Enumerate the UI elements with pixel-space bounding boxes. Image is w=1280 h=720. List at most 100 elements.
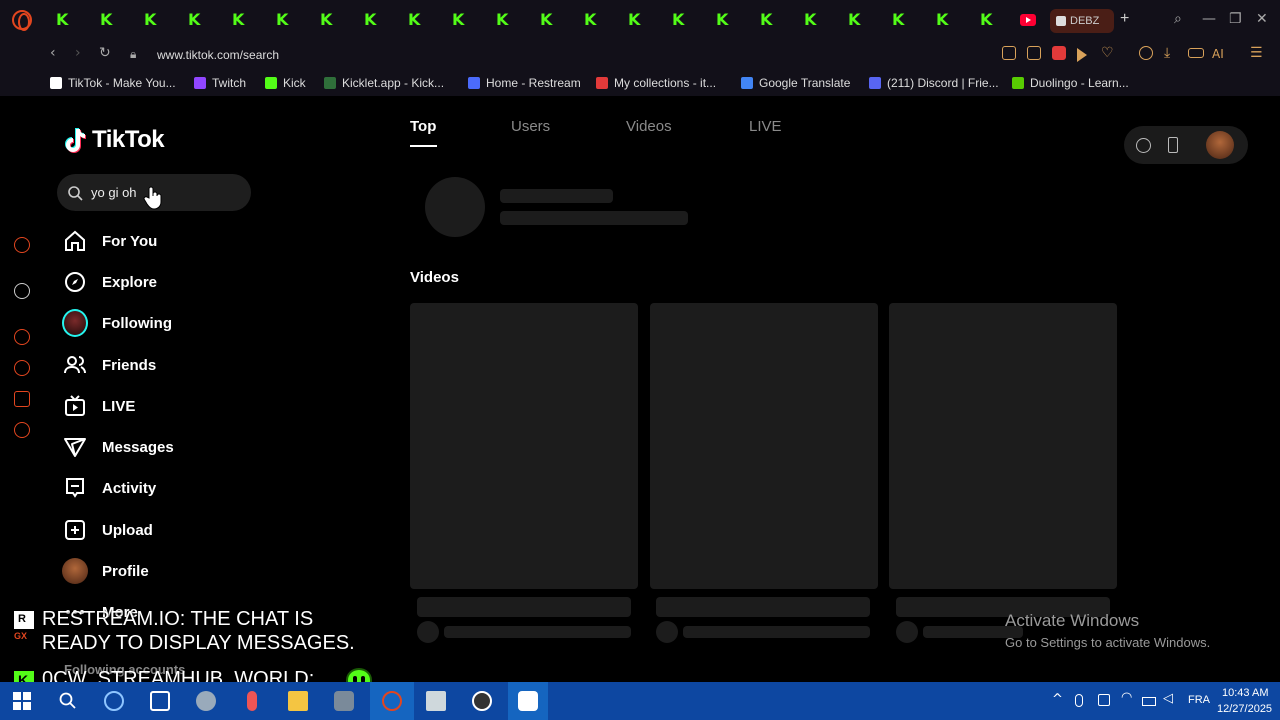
language-indicator[interactable]: FRA <box>1188 694 1210 706</box>
tray-chevron-icon[interactable]: ^ <box>1052 692 1063 707</box>
tab-videos[interactable]: Videos <box>626 118 672 135</box>
tab-users[interactable]: Users <box>511 118 550 135</box>
lock-icon[interactable]: 🔒︎ <box>130 47 136 62</box>
settings-icon[interactable] <box>14 422 30 438</box>
clock-date[interactable]: 12/27/2025 <box>1217 703 1272 715</box>
settings-app-icon[interactable] <box>150 691 170 711</box>
search-input[interactable]: yo gi oh <box>57 174 251 211</box>
taskbar-search-icon[interactable] <box>58 691 78 711</box>
history-icon[interactable] <box>14 360 30 376</box>
kick-tab-icon[interactable]: K <box>760 12 774 28</box>
kick-tab-icon[interactable]: K <box>584 12 598 28</box>
opera-taskbar-button[interactable] <box>370 682 414 720</box>
bookmark-item[interactable]: Kick <box>265 76 306 90</box>
pin-icon[interactable] <box>1002 46 1016 60</box>
easy-setup-menu-icon[interactable]: ☰ <box>1250 45 1263 61</box>
profile-avatar[interactable] <box>1206 131 1234 159</box>
kick-tab-icon[interactable]: K <box>144 12 158 28</box>
cloud-app-icon[interactable] <box>196 691 216 711</box>
back-icon[interactable]: ‹ <box>50 45 56 61</box>
play-icon[interactable] <box>1077 48 1087 62</box>
capcut-taskbar-button[interactable] <box>508 682 548 720</box>
nav-item-for-you[interactable]: For You <box>62 227 157 255</box>
nav-item-friends[interactable]: Friends <box>62 351 156 379</box>
video-card-skeleton[interactable] <box>410 303 638 589</box>
kick-tab-icon[interactable]: K <box>672 12 686 28</box>
tray-app-icon[interactable] <box>1098 694 1110 706</box>
kick-tab-icon[interactable]: K <box>56 12 70 28</box>
search-tabs-icon[interactable]: ⌕ <box>1174 11 1182 27</box>
wifi-icon[interactable]: ◠ <box>1121 690 1132 705</box>
tab-top[interactable]: Top <box>410 118 436 135</box>
account-icon[interactable] <box>1139 46 1153 60</box>
chatgpt-icon[interactable] <box>14 283 30 299</box>
kick-tab-icon[interactable]: K <box>716 12 730 28</box>
nav-item-upload[interactable]: Upload <box>62 516 153 544</box>
kick-tab-icon[interactable]: K <box>276 12 290 28</box>
coins-icon[interactable] <box>1136 138 1151 153</box>
video-card-skeleton[interactable] <box>889 303 1117 589</box>
nav-item-explore[interactable]: Explore <box>62 268 157 296</box>
kick-tab-icon[interactable]: K <box>804 12 818 28</box>
kick-tab-icon[interactable]: K <box>936 12 950 28</box>
obs-app-icon[interactable] <box>472 691 492 711</box>
close-icon[interactable]: ✕ <box>1256 11 1268 27</box>
player-icon[interactable] <box>14 329 30 345</box>
kick-tab-icon[interactable]: K <box>100 12 114 28</box>
kick-tab-icon[interactable]: K <box>628 12 642 28</box>
bookmark-item[interactable]: Home - Restream <box>468 76 581 90</box>
tiktok-logo[interactable]: TikTok <box>64 126 165 154</box>
clock-time[interactable]: 10:43 AM <box>1222 687 1268 699</box>
nav-item-following[interactable]: Following <box>62 309 172 337</box>
bookmark-item[interactable]: (211) Discord | Frie... <box>869 76 999 90</box>
bookmark-item[interactable]: Duolingo - Learn... <box>1012 76 1129 90</box>
pocket-icon[interactable] <box>1052 46 1066 60</box>
windows-start-icon[interactable] <box>12 691 32 711</box>
kick-tab-icon[interactable]: K <box>892 12 906 28</box>
heart-icon[interactable]: ♡ <box>1101 45 1114 61</box>
nav-item-profile[interactable]: Profile <box>62 557 149 585</box>
tab-live[interactable]: LIVE <box>749 118 782 135</box>
nav-item-live[interactable]: LIVE <box>62 392 135 420</box>
kick-tab-icon[interactable]: K <box>980 12 994 28</box>
microphone-app-icon[interactable] <box>247 691 257 711</box>
bookmark-item[interactable]: Twitch <box>194 76 246 90</box>
kick-tab-icon[interactable]: K <box>320 12 334 28</box>
aria-ai-button[interactable]: AI <box>1212 47 1224 61</box>
game-app-icon[interactable] <box>334 691 354 711</box>
kick-tab-icon[interactable]: K <box>408 12 422 28</box>
file-explorer-icon[interactable] <box>288 691 308 711</box>
maximize-icon[interactable]: ❐ <box>1229 11 1242 27</box>
youtube-tab-icon[interactable] <box>1020 14 1036 26</box>
kick-tab-icon[interactable]: K <box>496 12 510 28</box>
nav-item-messages[interactable]: Messages <box>62 433 174 461</box>
nav-item-activity[interactable]: Activity <box>62 474 156 502</box>
snapshot-icon[interactable] <box>1027 46 1041 60</box>
get-app-icon[interactable] <box>1168 137 1178 153</box>
document-app-icon[interactable] <box>426 691 446 711</box>
kick-tab-icon[interactable]: K <box>232 12 246 28</box>
extensions-icon[interactable] <box>14 391 30 407</box>
aria-icon[interactable] <box>14 237 30 253</box>
bookmark-item[interactable]: Kicklet.app - Kick... <box>324 76 444 90</box>
bookmark-item[interactable]: My collections - it... <box>596 76 716 90</box>
volume-icon[interactable]: ◁ <box>1163 691 1173 706</box>
kick-tab-icon[interactable]: K <box>452 12 466 28</box>
reload-icon[interactable]: ↻ <box>99 45 111 61</box>
battery-saver-icon[interactable] <box>1188 48 1204 58</box>
kick-tab-icon[interactable]: K <box>188 12 202 28</box>
download-icon[interactable]: ⤓ <box>1164 45 1170 61</box>
minimize-icon[interactable]: — <box>1202 11 1216 27</box>
broadcast-app-icon[interactable] <box>104 691 124 711</box>
new-tab-button[interactable]: + <box>1120 10 1129 28</box>
kick-tab-icon[interactable]: K <box>848 12 862 28</box>
opera-logo-icon[interactable] <box>12 10 32 31</box>
battery-icon[interactable] <box>1142 697 1156 706</box>
kick-tab-icon[interactable]: K <box>364 12 378 28</box>
bookmark-item[interactable]: TikTok - Make You... <box>50 76 176 90</box>
forward-icon[interactable]: › <box>75 45 81 61</box>
mic-tray-icon[interactable] <box>1075 694 1083 707</box>
kick-tab-icon[interactable]: K <box>540 12 554 28</box>
url-field[interactable]: www.tiktok.com/search <box>157 48 279 62</box>
bookmark-item[interactable]: Google Translate <box>741 76 850 90</box>
